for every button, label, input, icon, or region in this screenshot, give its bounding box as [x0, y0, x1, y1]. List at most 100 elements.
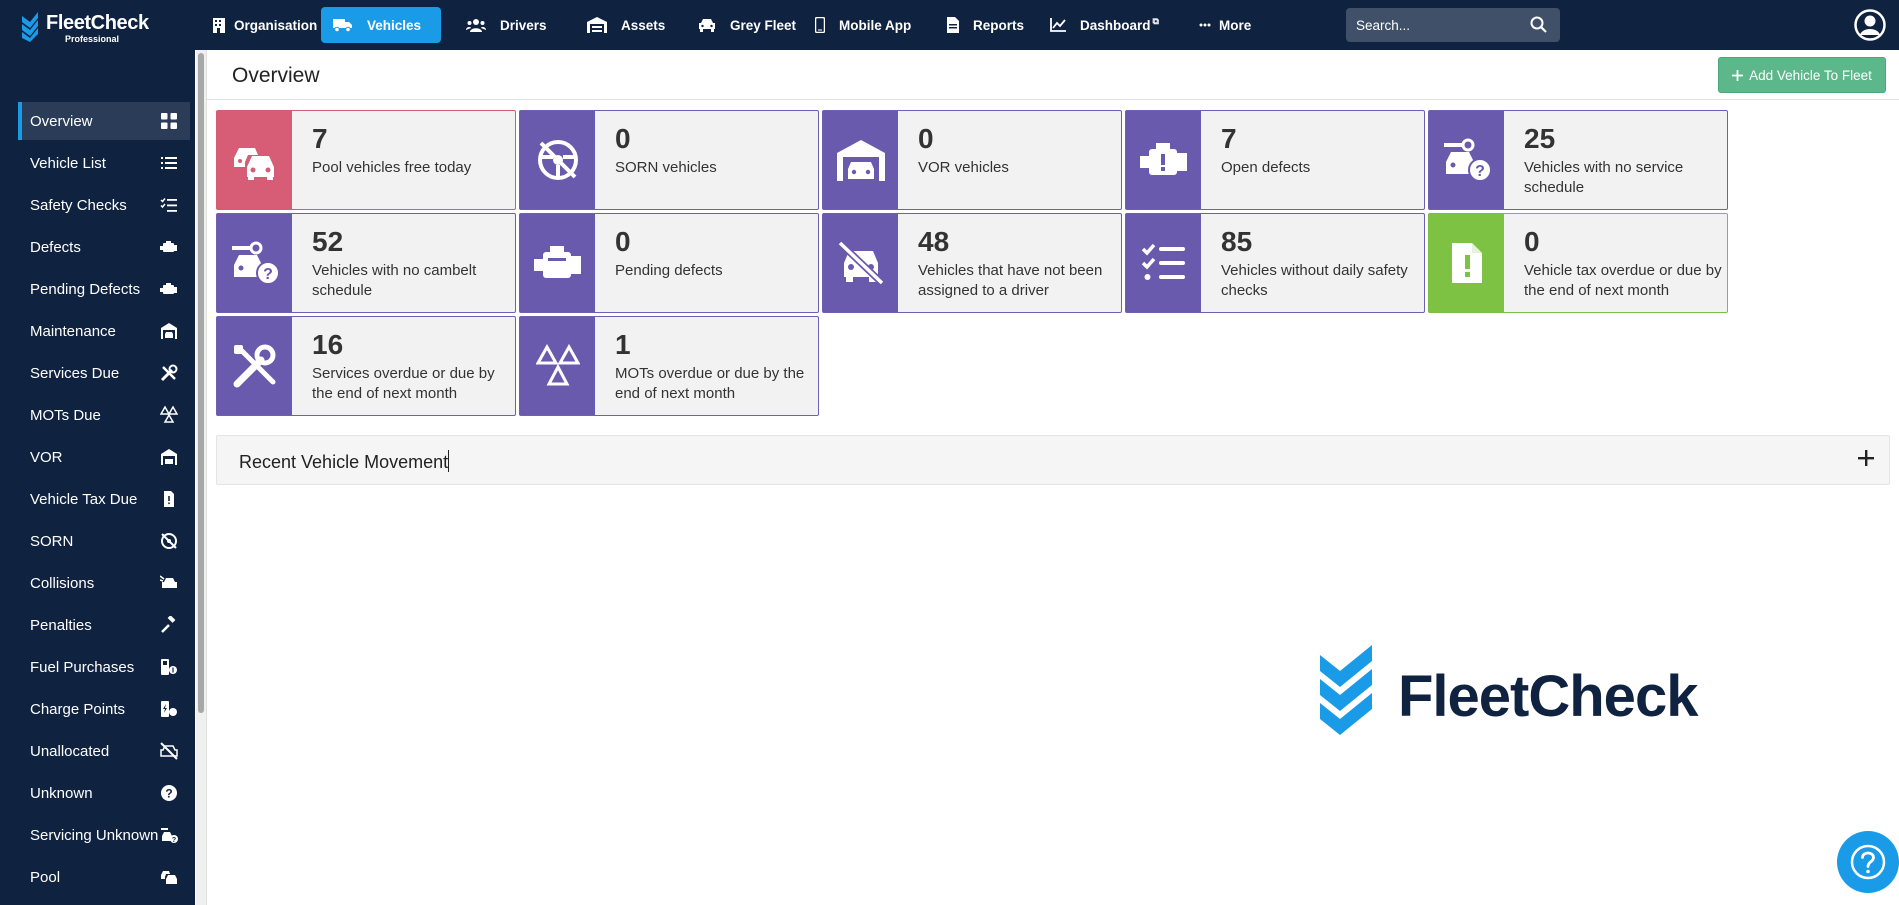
stat-value: 0 — [615, 226, 631, 257]
stat-card-no-cambelt-schedule[interactable]: ? 52 Vehicles with no cambelt schedule — [216, 213, 516, 313]
file-exclamation-icon — [1451, 243, 1482, 283]
sidebar-item-maintenance[interactable]: Maintenance — [18, 312, 190, 350]
sidebar-scrollbar-thumb[interactable] — [198, 53, 204, 713]
stat-card-not-assigned-to-driver[interactable]: 48 Vehicles that have not been assigned … — [822, 213, 1122, 313]
sidebar-item-pool[interactable]: Pool — [18, 858, 190, 896]
sidebar-item-services-due[interactable]: Services Due — [18, 354, 190, 392]
brand-name: FleetCheck — [46, 12, 149, 34]
sidebar-item-pending-defects[interactable]: Pending Defects — [18, 270, 190, 308]
sidebar-item-charge-points[interactable]: Charge Points — [18, 690, 190, 728]
checklist-icon — [1141, 243, 1185, 280]
fleetcheck-logo-icon — [22, 12, 38, 42]
sidebar-item-vehicle-tax-due[interactable]: Vehicle Tax Due — [18, 480, 190, 518]
stat-card-services-overdue[interactable]: 16 Services overdue or due by the end of… — [216, 316, 516, 416]
user-account-icon[interactable] — [1854, 9, 1886, 41]
sidebar-item-collisions[interactable]: Collisions — [18, 564, 190, 602]
engine-icon — [160, 241, 177, 252]
engine-icon — [160, 283, 177, 294]
search-icon[interactable] — [1530, 16, 1547, 33]
nav-more[interactable]: More — [1187, 7, 1263, 43]
sidebar-item-fuel-purchases[interactable]: Fuel Purchases — [18, 648, 190, 686]
header-divider — [207, 99, 1899, 100]
stat-card-open-defects[interactable]: 7 Open defects — [1125, 110, 1425, 210]
stat-value: 16 — [312, 329, 344, 360]
help-button[interactable] — [1837, 831, 1899, 893]
sidebar-item-vehicle-list[interactable]: Vehicle List — [18, 144, 190, 182]
stat-value: 0 — [615, 123, 631, 154]
stat-label: Pool vehicles free today — [312, 159, 472, 176]
mobile-icon — [815, 17, 825, 33]
nav-vehicles[interactable]: Vehicles — [321, 7, 441, 43]
expand-plus-icon[interactable] — [1857, 449, 1875, 467]
tools-icon — [160, 364, 178, 382]
sidebar-item-safety-checks[interactable]: Safety Checks — [18, 186, 190, 224]
stat-label: Vehicles with no service schedule — [1524, 159, 1684, 196]
sidebar-item-servicing-unknown[interactable]: Servicing Unknown ? — [18, 816, 190, 854]
car-crash-icon — [160, 575, 177, 588]
sidebar-item-sorn[interactable]: SORN — [18, 522, 190, 560]
warehouse-icon — [587, 17, 607, 33]
stat-label: Open defects — [1221, 159, 1311, 176]
stat-label: MOTs overdue or due by the end of next m… — [615, 365, 805, 402]
car-wrench-question-icon: ? — [161, 828, 178, 844]
nav-organisation[interactable]: Organisation — [200, 7, 329, 43]
plus-icon — [1732, 69, 1744, 81]
stat-value: 25 — [1524, 123, 1556, 154]
stat-card-no-service-schedule[interactable]: ? 25 Vehicles with no service schedule — [1428, 110, 1728, 210]
search-input[interactable] — [1346, 8, 1560, 42]
file-exclamation-icon — [164, 491, 174, 507]
add-vehicle-to-fleet-button[interactable]: Add Vehicle To Fleet — [1718, 57, 1886, 93]
triangles-icon — [535, 344, 580, 386]
nav-reports[interactable]: Reports — [935, 7, 1036, 43]
sidebar-item-unallocated[interactable]: Unallocated — [18, 732, 190, 770]
stat-card-pending-defects[interactable]: 0 Pending defects — [519, 213, 819, 313]
section-title: Recent Vehicle Movement — [239, 452, 449, 472]
svg-text:?: ? — [263, 266, 273, 283]
sidebar-item-overview[interactable]: Overview — [18, 102, 190, 140]
stat-label: SORN vehicles — [615, 159, 717, 176]
question-circle-icon — [1850, 844, 1886, 880]
sidebar-item-mots-due[interactable]: MOTs Due — [18, 396, 190, 434]
text-cursor — [448, 450, 449, 472]
stat-value: 52 — [312, 226, 344, 257]
page-title: Overview — [232, 64, 320, 87]
sidebar-item-unknown[interactable]: Unknown ? — [18, 774, 190, 812]
no-drive-icon — [161, 533, 177, 549]
nav-drivers[interactable]: Drivers — [454, 7, 559, 43]
top-navbar: FleetCheck Professional Organisation Veh… — [0, 0, 1899, 50]
building-icon — [213, 18, 225, 33]
cars-icon — [161, 871, 177, 884]
triangles-icon — [160, 406, 178, 423]
stat-label: Vehicles without daily safety checks — [1221, 262, 1408, 299]
brand-logo[interactable]: FleetCheck Professional — [20, 8, 160, 44]
nav-assets[interactable]: Assets — [575, 7, 677, 43]
charge-point-icon — [161, 701, 177, 717]
stat-value: 48 — [918, 226, 950, 257]
nav-mobile-app[interactable]: Mobile App — [803, 7, 923, 43]
fuel-pump-icon — [161, 659, 177, 675]
stat-card-sorn[interactable]: 0 SORN vehicles — [519, 110, 819, 210]
nav-grey-fleet[interactable]: Grey Fleet — [686, 7, 808, 43]
stat-card-mots-overdue[interactable]: 1 MOTs overdue or due by the end of next… — [519, 316, 819, 416]
stat-value: 85 — [1221, 226, 1253, 257]
stat-label: Vehicles with no cambelt schedule — [312, 262, 477, 299]
recent-vehicle-movement-panel[interactable]: Recent Vehicle Movement — [216, 435, 1890, 485]
watermark-brand-name: FleetCheck — [1398, 664, 1698, 729]
nav-dashboard[interactable]: Dashboard ⧉ — [1038, 7, 1171, 43]
car-slash-icon — [160, 742, 178, 760]
fleetcheck-logo-icon — [1320, 645, 1372, 735]
gavel-icon — [161, 616, 176, 633]
sidebar-item-vor[interactable]: VOR — [18, 438, 190, 476]
stat-value: 7 — [312, 123, 328, 154]
question-circle-icon: ? — [161, 785, 177, 801]
sidebar-item-penalties[interactable]: Penalties — [18, 606, 190, 644]
stat-card-vor[interactable]: 0 VOR vehicles — [822, 110, 1122, 210]
stat-card-vehicle-tax-due[interactable]: 0 Vehicle tax overdue or due by the end … — [1428, 213, 1728, 313]
stat-card-pool-free[interactable]: 7 Pool vehicles free today — [216, 110, 516, 210]
grid-icon — [161, 113, 177, 129]
stat-card-no-daily-safety-checks[interactable]: 85 Vehicles without daily safety checks — [1125, 213, 1425, 313]
svg-text:?: ? — [165, 787, 172, 801]
list-icon — [161, 157, 177, 169]
fleetcheck-watermark-logo: FleetCheck — [1318, 645, 1698, 745]
sidebar-item-defects[interactable]: Defects — [18, 228, 190, 266]
